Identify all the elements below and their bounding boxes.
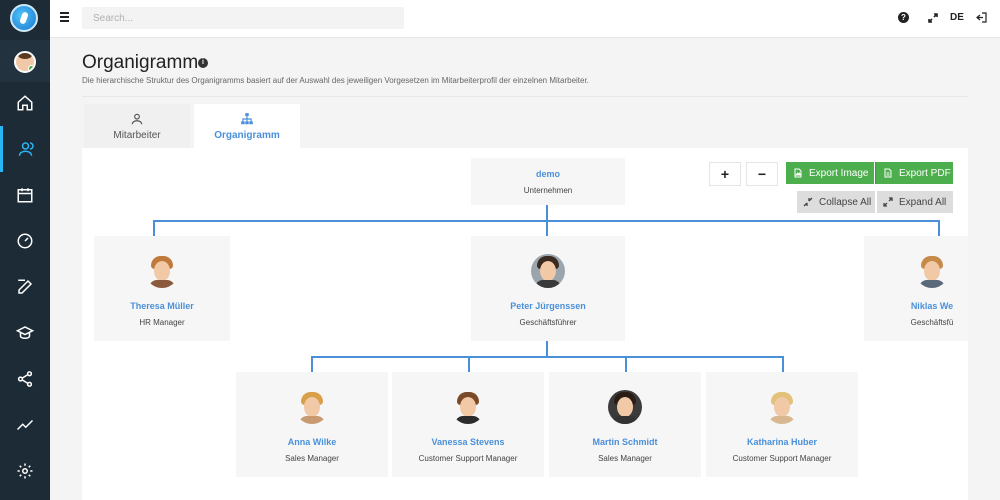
sidebar-item-employees[interactable] (0, 126, 50, 172)
page-title: Organigramm (82, 52, 199, 73)
logout-icon[interactable] (976, 12, 987, 23)
connector-line (546, 341, 548, 357)
node-role: Sales Manager (598, 454, 652, 463)
node-name: Niklas We (910, 301, 954, 311)
avatar (915, 254, 949, 288)
collapse-all-button[interactable]: Collapse All (797, 191, 875, 213)
org-node[interactable]: Katharina Huber Customer Support Manager (706, 372, 858, 477)
org-node[interactable]: Vanessa Stevens Customer Support Manager (392, 372, 544, 477)
avatar-body (149, 280, 175, 288)
sidebar-item-edit[interactable] (0, 264, 50, 310)
app-logo[interactable] (10, 4, 38, 32)
connector-line (311, 356, 784, 358)
node-name: Martin Schmidt (592, 437, 658, 447)
org-chart-icon (241, 113, 253, 125)
node-role: HR Manager (139, 318, 185, 327)
help-icon[interactable]: ? (898, 12, 909, 23)
gear-icon (17, 463, 33, 479)
edit-icon (18, 279, 33, 294)
node-name: Peter Jürgenssen (510, 301, 586, 311)
org-node[interactable]: Peter Jürgenssen Geschäftsführer (471, 236, 625, 341)
file-image-icon (794, 168, 802, 178)
user-icon (131, 113, 143, 125)
expand-all-button[interactable]: Expand All (877, 191, 953, 213)
expand-icon (883, 197, 893, 207)
connector-line (153, 220, 155, 236)
zoom-in-button[interactable]: + (709, 162, 741, 186)
avatar (451, 390, 485, 424)
connector-line (311, 356, 313, 372)
collapse-icon (803, 197, 813, 207)
avatar (608, 390, 642, 424)
button-label: Export Image (809, 167, 869, 179)
sidebar-item-training[interactable] (0, 310, 50, 356)
tab-label: Mitarbeiter (113, 130, 161, 141)
tab-mitarbeiter[interactable]: Mitarbeiter (84, 104, 190, 148)
zoom-out-button[interactable]: − (746, 162, 778, 186)
avatar[interactable] (14, 51, 36, 73)
org-node[interactable]: Niklas We Geschäftsfü (864, 236, 968, 341)
calendar-icon (17, 188, 33, 203)
info-icon[interactable]: i (198, 58, 208, 68)
node-role: Sales Manager (285, 454, 339, 463)
tab-label: Organigramm (214, 130, 280, 141)
org-node[interactable]: Martin Schmidt Sales Manager (549, 372, 701, 477)
org-node[interactable]: Anna Wilke Sales Manager (236, 372, 388, 477)
connector-line (782, 356, 784, 372)
page-subtitle: Die hierarchische Struktur des Organigra… (82, 76, 589, 85)
search-input[interactable] (82, 7, 404, 29)
user-avatar-area (0, 40, 50, 82)
sidebar (0, 0, 50, 500)
speedometer-icon (17, 233, 33, 249)
divider (82, 96, 968, 97)
connector-line (468, 356, 470, 372)
connector-line (546, 205, 548, 221)
org-root-node[interactable]: demo Unternehmen (471, 158, 625, 205)
avatar (531, 254, 565, 288)
connector-line (546, 220, 548, 236)
button-label: Expand All (899, 196, 947, 208)
home-icon (17, 95, 33, 111)
sidebar-item-settings[interactable] (0, 448, 50, 494)
button-label: Export PDF (899, 167, 951, 179)
node-name: demo (535, 168, 560, 179)
avatar (145, 254, 179, 288)
org-chart-panel: demo Unternehmen Theresa Müller HR Manag… (82, 148, 968, 500)
connector-line (625, 356, 627, 372)
sidebar-item-dashboard[interactable] (0, 218, 50, 264)
node-name: Vanessa Stevens (431, 437, 505, 447)
graduation-cap-icon (16, 326, 34, 340)
export-image-button[interactable]: Export Image (786, 162, 874, 184)
users-icon (18, 142, 34, 156)
node-role: Geschäftsfü (910, 318, 954, 327)
org-node[interactable]: Theresa Müller HR Manager (94, 236, 230, 341)
button-label: Collapse All (819, 196, 872, 208)
trend-icon (16, 419, 34, 431)
sidebar-item-calendar[interactable] (0, 172, 50, 218)
node-role: Customer Support Manager (732, 454, 832, 463)
node-name: Theresa Müller (130, 301, 194, 311)
online-status-dot (28, 65, 34, 71)
node-role: Customer Support Manager (418, 454, 518, 463)
fullscreen-icon[interactable] (928, 13, 938, 23)
node-name: Katharina Huber (746, 437, 817, 447)
sidebar-item-home[interactable] (0, 80, 50, 126)
sidebar-item-share[interactable] (0, 356, 50, 402)
file-pdf-icon (884, 168, 892, 178)
avatar (765, 390, 799, 424)
avatar (295, 390, 329, 424)
node-role: Geschäftsführer (519, 318, 577, 327)
menu-toggle-icon[interactable] (60, 12, 70, 24)
export-pdf-button[interactable]: Export PDF (875, 162, 953, 184)
sidebar-item-analytics[interactable] (0, 402, 50, 448)
tab-organigramm[interactable]: Organigramm (194, 104, 300, 148)
node-role: Unternehmen (523, 185, 573, 195)
topbar: ? DE (50, 0, 1000, 38)
share-icon (17, 371, 33, 387)
node-name: Anna Wilke (287, 437, 337, 447)
connector-line (938, 220, 940, 236)
language-switch[interactable]: DE (950, 12, 964, 23)
